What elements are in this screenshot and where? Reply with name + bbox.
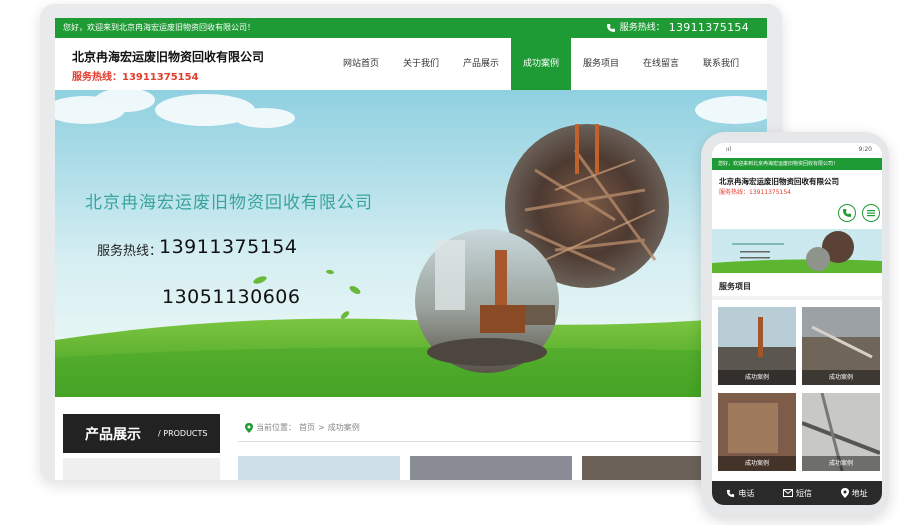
sidebar-subtitle: / PRODUCTS bbox=[158, 429, 208, 438]
main-nav: 网站首页 关于我们 产品展示 成功案例 服务项目 在线留言 联系我们 bbox=[331, 38, 751, 90]
banner-phone-1: 13911375154 bbox=[159, 236, 298, 258]
footer-call-label: 电话 bbox=[738, 488, 755, 498]
case-thumbnail[interactable] bbox=[238, 456, 400, 480]
banner-hotline-label: 服务热线： bbox=[97, 244, 163, 259]
hotline-label: 服务热线： bbox=[619, 23, 665, 33]
phone-icon bbox=[843, 209, 851, 217]
mobile-banner bbox=[712, 229, 882, 273]
breadcrumb-home[interactable]: 首页 bbox=[299, 422, 315, 433]
nav-item-about[interactable]: 关于我们 bbox=[391, 38, 451, 90]
sidebar-products-heading[interactable]: 产品展示 / PRODUCTS bbox=[63, 414, 220, 453]
mobile-section-divider bbox=[712, 296, 882, 300]
mobile-brand-hotline: 服务热线：13911375154 bbox=[719, 189, 791, 196]
mobile-case-card[interactable]: 成功案例 bbox=[802, 393, 880, 471]
case-caption: 成功案例 bbox=[718, 456, 796, 471]
signal-icon: ııl bbox=[726, 146, 732, 153]
phone-icon bbox=[606, 24, 615, 32]
mobile-welcome-bar: 您好，欢迎来到北京冉海宏运废旧物资回收有限公司！ bbox=[712, 158, 882, 170]
hotline-number: 13911375154 bbox=[668, 21, 749, 34]
nav-item-products[interactable]: 产品展示 bbox=[451, 38, 511, 90]
mobile-menu-button[interactable] bbox=[862, 204, 880, 222]
welcome-text: 您好，欢迎来到北京冉海宏运废旧物资回收有限公司！ bbox=[63, 23, 255, 32]
top-welcome-bar: 您好，欢迎来到北京冉海宏运废旧物资回收有限公司！ 服务热线： 139113751… bbox=[55, 18, 767, 38]
footer-sms[interactable]: 短信 bbox=[782, 488, 812, 499]
breadcrumb-separator: > bbox=[318, 423, 325, 432]
sidebar-title: 产品展示 bbox=[85, 427, 141, 443]
footer-address-label: 地址 bbox=[851, 488, 868, 498]
envelope-icon bbox=[782, 489, 793, 497]
location-pin-icon bbox=[840, 488, 849, 498]
case-thumbnails bbox=[238, 456, 744, 480]
mobile-status-bar: ııl 9:20 bbox=[712, 143, 882, 157]
nav-item-services[interactable]: 服务项目 bbox=[571, 38, 631, 90]
breadcrumb-prefix: 当前位置： bbox=[256, 423, 296, 432]
breadcrumb-divider bbox=[238, 441, 767, 442]
sidebar-list-area bbox=[63, 458, 220, 480]
location-pin-icon bbox=[245, 422, 253, 433]
menu-icon bbox=[867, 210, 875, 217]
company-name: 北京冉海宏运废旧物资回收有限公司 bbox=[72, 50, 265, 64]
brand-hotline: 服务热线：13911375154 bbox=[72, 72, 199, 83]
mobile-footer-bar: 电话 短信 地址 bbox=[712, 481, 882, 505]
footer-call[interactable]: 电话 bbox=[726, 488, 754, 499]
case-thumbnail[interactable] bbox=[410, 456, 572, 480]
desktop-screen: 您好，欢迎来到北京冉海宏运废旧物资回收有限公司！ 服务热线： 139113751… bbox=[55, 18, 767, 480]
brand-block[interactable]: 北京冉海宏运废旧物资回收有限公司 服务热线：13911375154 bbox=[72, 48, 264, 83]
case-caption: 成功案例 bbox=[718, 370, 796, 385]
banner-phone-2: 13051130606 bbox=[162, 286, 301, 308]
nav-item-message[interactable]: 在线留言 bbox=[631, 38, 691, 90]
showcase-stage: 您好，欢迎来到北京冉海宏运废旧物资回收有限公司！ 服务热线： 139113751… bbox=[0, 0, 900, 525]
nav-item-cases[interactable]: 成功案例 bbox=[511, 38, 571, 90]
footer-sms-label: 短信 bbox=[795, 488, 812, 498]
mobile-case-card[interactable]: 成功案例 bbox=[802, 307, 880, 385]
hero-banner: 北京冉海宏运废旧物资回收有限公司 服务热线： 13911375154 13051… bbox=[55, 90, 767, 397]
case-caption: 成功案例 bbox=[802, 370, 880, 385]
mobile-case-card[interactable]: 成功案例 bbox=[718, 393, 796, 471]
mobile-call-button[interactable] bbox=[838, 204, 856, 222]
banner-title: 北京冉海宏运废旧物资回收有限公司 bbox=[85, 193, 373, 213]
mobile-screen: ııl 9:20 您好，欢迎来到北京冉海宏运废旧物资回收有限公司！ 北京冉海宏运… bbox=[712, 143, 882, 505]
breadcrumb: 当前位置： 首页 > 成功案例 bbox=[245, 422, 360, 433]
nav-item-contact[interactable]: 联系我们 bbox=[691, 38, 751, 90]
footer-address[interactable]: 地址 bbox=[840, 488, 868, 499]
top-hotline[interactable]: 服务热线： 13911375154 bbox=[606, 18, 749, 38]
mobile-case-grid: 成功案例 成功案例 成功案例 成功案例 bbox=[718, 307, 880, 471]
mobile-banner-artwork bbox=[712, 229, 882, 273]
site-header: 北京冉海宏运废旧物资回收有限公司 服务热线：13911375154 网站首页 关… bbox=[55, 38, 767, 90]
mobile-company-name: 北京冉海宏运废旧物资回收有限公司 bbox=[719, 177, 839, 186]
breadcrumb-current: 成功案例 bbox=[327, 423, 360, 432]
case-caption: 成功案例 bbox=[802, 456, 880, 471]
phone-icon bbox=[727, 489, 735, 497]
mobile-section-title: 服务项目 bbox=[719, 282, 751, 291]
nav-item-home[interactable]: 网站首页 bbox=[331, 38, 391, 90]
status-time: 9:20 bbox=[858, 146, 872, 153]
mobile-case-card[interactable]: 成功案例 bbox=[718, 307, 796, 385]
